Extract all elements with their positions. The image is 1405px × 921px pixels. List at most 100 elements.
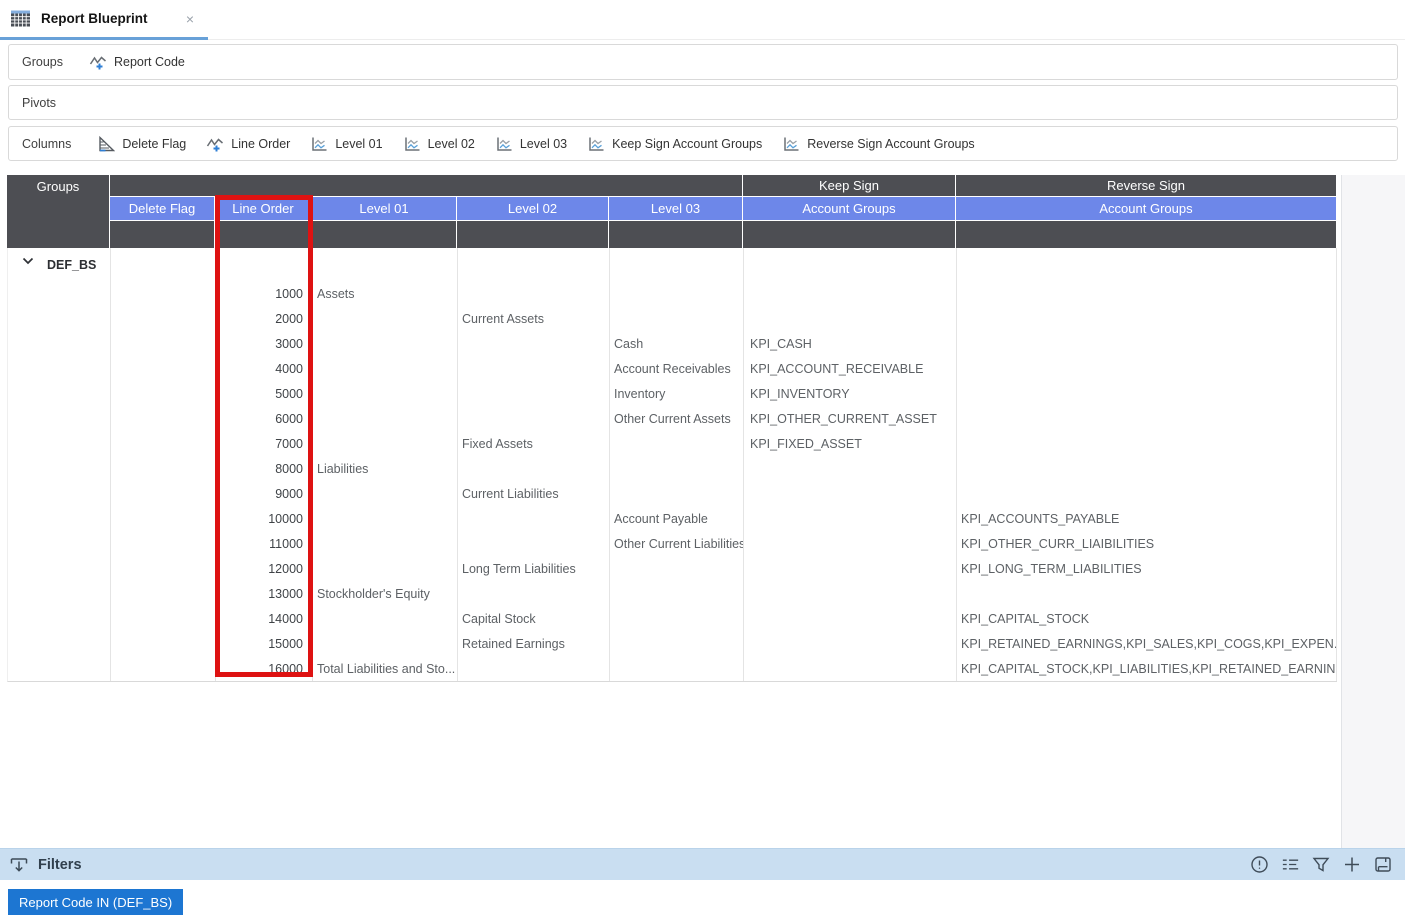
cell-level-01[interactable]	[313, 406, 458, 431]
cell-keep-sign-account-groups[interactable]: KPI_ACCOUNT_RECEIVABLE	[744, 356, 957, 381]
cell-level-03[interactable]: Cash	[610, 331, 744, 356]
groups-panel[interactable]: Groups Report Code	[8, 44, 1398, 80]
cell-level-02[interactable]: Retained Earnings	[458, 631, 610, 656]
pivots-panel[interactable]: Pivots	[8, 85, 1398, 120]
cell-keep-sign-account-groups[interactable]	[744, 281, 957, 306]
cell-level-03[interactable]	[610, 606, 744, 631]
cell-level-02[interactable]	[458, 381, 610, 406]
cell-reverse-sign-account-groups[interactable]	[957, 456, 1337, 481]
cell-reverse-sign-account-groups[interactable]	[957, 406, 1337, 431]
cell-reverse-sign-account-groups[interactable]	[957, 281, 1337, 306]
cell-delete-flag[interactable]	[111, 581, 216, 606]
cell-level-02[interactable]	[458, 406, 610, 431]
cell-line-order[interactable]: 13000	[216, 581, 313, 606]
cell-delete-flag[interactable]	[111, 456, 216, 481]
cell-reverse-sign-account-groups[interactable]: KPI_RETAINED_EARNINGS,KPI_SALES,KPI_COGS…	[957, 631, 1337, 656]
cell-level-01[interactable]	[313, 431, 458, 456]
cell-keep-sign-account-groups[interactable]	[744, 481, 957, 506]
cell-level-03[interactable]	[610, 556, 744, 581]
cell-reverse-sign-account-groups[interactable]	[957, 381, 1337, 406]
cell-reverse-sign-account-groups[interactable]	[957, 306, 1337, 331]
field-chip-keep-sign-account-groups[interactable]: Keep Sign Account Groups	[587, 135, 762, 153]
cell-level-03[interactable]	[610, 481, 744, 506]
cell-delete-flag[interactable]	[111, 506, 216, 531]
cell-level-03[interactable]	[610, 431, 744, 456]
header-filter-cell-0[interactable]	[110, 221, 215, 248]
cell-level-02[interactable]	[458, 456, 610, 481]
cell-level-01[interactable]	[313, 356, 458, 381]
cell-keep-sign-account-groups[interactable]	[744, 606, 957, 631]
cell-line-order[interactable]: 5000	[216, 381, 313, 406]
cell-delete-flag[interactable]	[111, 281, 216, 306]
cell-level-01[interactable]	[313, 606, 458, 631]
columns-panel[interactable]: Columns Delete FlagLine OrderLevel 01Lev…	[8, 126, 1398, 161]
field-chip-reverse-sign-account-groups[interactable]: Reverse Sign Account Groups	[782, 135, 974, 153]
cell-level-03[interactable]	[610, 281, 744, 306]
cell-level-01[interactable]	[313, 306, 458, 331]
field-chip-line-order[interactable]: Line Order	[206, 135, 290, 153]
field-chip-delete-flag[interactable]: Delete Flag	[97, 135, 186, 153]
cell-level-03[interactable]	[610, 306, 744, 331]
cell-level-02[interactable]: Current Liabilities	[458, 481, 610, 506]
cell-keep-sign-account-groups[interactable]	[744, 531, 957, 556]
filter-chip-report-code[interactable]: Report Code IN (DEF_BS)	[8, 889, 183, 915]
cell-level-03[interactable]	[610, 456, 744, 481]
cell-line-order[interactable]: 6000	[216, 406, 313, 431]
cell-level-02[interactable]	[458, 531, 610, 556]
cell-keep-sign-account-groups[interactable]	[744, 556, 957, 581]
cell-keep-sign-account-groups[interactable]	[744, 306, 957, 331]
header-filter-cell-2[interactable]	[312, 221, 457, 248]
cell-delete-flag[interactable]	[111, 606, 216, 631]
cell-line-order[interactable]: 7000	[216, 431, 313, 456]
cell-level-01[interactable]: Total Liabilities and Sto...	[313, 656, 458, 681]
cell-delete-flag[interactable]	[111, 381, 216, 406]
cell-delete-flag[interactable]	[111, 406, 216, 431]
funnel-icon[interactable]	[1311, 854, 1332, 875]
cell-level-01[interactable]: Assets	[313, 281, 458, 306]
cell-reverse-sign-account-groups[interactable]: KPI_CAPITAL_STOCK	[957, 606, 1337, 631]
field-chip-level-01[interactable]: Level 01	[310, 135, 382, 153]
field-chip-report-code[interactable]: Report Code	[89, 53, 185, 71]
header-filter-cell-4[interactable]	[609, 221, 743, 248]
header-filter-cell-5[interactable]	[743, 221, 956, 248]
cell-delete-flag[interactable]	[111, 356, 216, 381]
cell-delete-flag[interactable]	[111, 656, 216, 681]
cell-line-order[interactable]: 9000	[216, 481, 313, 506]
cell-reverse-sign-account-groups[interactable]	[957, 431, 1337, 456]
cell-level-01[interactable]	[313, 531, 458, 556]
cell-keep-sign-account-groups[interactable]: KPI_INVENTORY	[744, 381, 957, 406]
cell-level-01[interactable]	[313, 331, 458, 356]
cell-line-order[interactable]: 16000	[216, 656, 313, 681]
cell-level-01[interactable]	[313, 556, 458, 581]
cell-keep-sign-account-groups[interactable]: KPI_OTHER_CURRENT_ASSET	[744, 406, 957, 431]
cell-reverse-sign-account-groups[interactable]: KPI_OTHER_CURR_LIAIBILITIES	[957, 531, 1337, 556]
cell-level-02[interactable]: Long Term Liabilities	[458, 556, 610, 581]
cell-level-02[interactable]	[458, 281, 610, 306]
cell-level-01[interactable]	[313, 481, 458, 506]
cell-keep-sign-account-groups[interactable]: KPI_CASH	[744, 331, 957, 356]
cell-reverse-sign-account-groups[interactable]	[957, 356, 1337, 381]
column-header-level-02-3[interactable]: Level 02	[457, 197, 609, 221]
close-icon[interactable]: ×	[182, 10, 198, 28]
cell-level-01[interactable]	[313, 506, 458, 531]
cell-reverse-sign-account-groups[interactable]	[957, 481, 1337, 506]
column-header-level-03-4[interactable]: Level 03	[609, 197, 743, 221]
list-icon[interactable]	[1280, 854, 1301, 875]
cell-reverse-sign-account-groups[interactable]: KPI_ACCOUNTS_PAYABLE	[957, 506, 1337, 531]
tab-report-blueprint[interactable]: Report Blueprint ×	[0, 0, 208, 37]
cell-keep-sign-account-groups[interactable]: KPI_FIXED_ASSET	[744, 431, 957, 456]
group-cell[interactable]: DEF_BS	[8, 248, 111, 281]
cell-level-02[interactable]	[458, 331, 610, 356]
cell-level-02[interactable]	[458, 506, 610, 531]
cell-line-order[interactable]: 11000	[216, 531, 313, 556]
plus-icon[interactable]	[1342, 854, 1363, 875]
cell-line-order[interactable]: 4000	[216, 356, 313, 381]
cell-delete-flag[interactable]	[111, 306, 216, 331]
cell-level-03[interactable]	[610, 581, 744, 606]
field-chip-level-02[interactable]: Level 02	[403, 135, 475, 153]
cell-level-02[interactable]	[458, 581, 610, 606]
alert-circle-icon[interactable]	[1249, 854, 1270, 875]
field-chip-level-03[interactable]: Level 03	[495, 135, 567, 153]
cell-line-order[interactable]: 12000	[216, 556, 313, 581]
cell-level-03[interactable]: Account Payable	[610, 506, 744, 531]
